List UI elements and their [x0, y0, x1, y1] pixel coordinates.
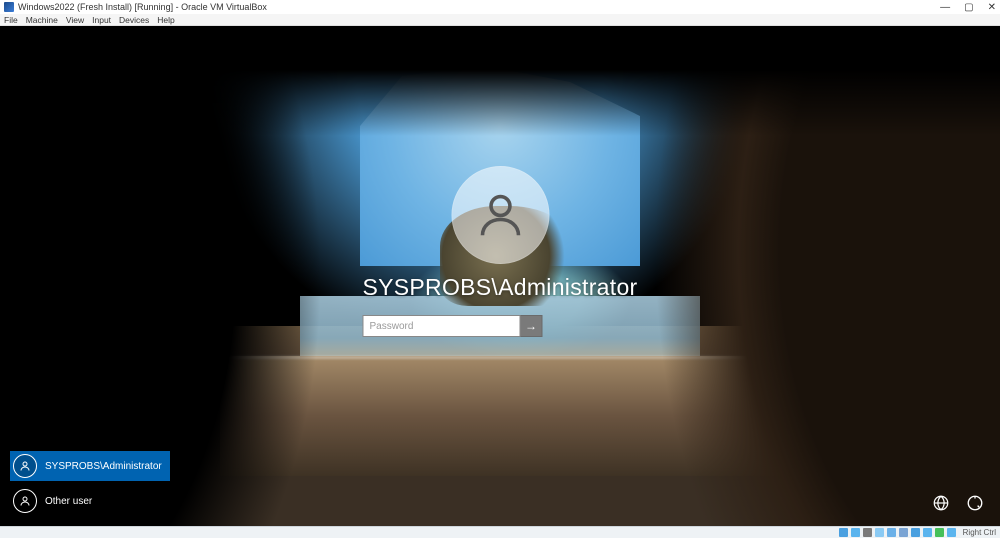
user-item-other[interactable]: Other user [10, 486, 170, 516]
menu-help[interactable]: Help [157, 15, 174, 25]
network-icon [932, 494, 950, 512]
status-icon[interactable] [851, 528, 860, 537]
status-icon[interactable] [899, 528, 908, 537]
person-icon [19, 460, 31, 472]
arrow-right-icon: → [525, 319, 537, 333]
person-icon [473, 188, 527, 242]
user-avatar-small [13, 454, 37, 478]
host-key-indicator: Right Ctrl [963, 528, 996, 537]
user-item-administrator[interactable]: SYSPROBS\Administrator [10, 451, 170, 481]
menu-file[interactable]: File [4, 15, 18, 25]
virtualbox-statusbar: Right Ctrl [0, 526, 1000, 538]
virtualbox-titlebar: Windows2022 (Fresh Install) [Running] - … [0, 0, 1000, 14]
menu-devices[interactable]: Devices [119, 15, 149, 25]
status-icon[interactable] [887, 528, 896, 537]
status-icon[interactable] [875, 528, 884, 537]
ease-of-access-icon [966, 494, 984, 512]
status-icon[interactable] [839, 528, 848, 537]
person-icon [19, 495, 31, 507]
network-button[interactable] [930, 492, 952, 514]
password-row: → [362, 315, 637, 337]
menu-machine[interactable]: Machine [26, 15, 58, 25]
login-username: SYSPROBS\Administrator [362, 274, 637, 301]
login-utility-buttons [930, 492, 986, 514]
menu-view[interactable]: View [66, 15, 84, 25]
status-icon[interactable] [911, 528, 920, 537]
ease-of-access-button[interactable] [964, 492, 986, 514]
status-icon[interactable] [935, 528, 944, 537]
status-icon[interactable] [947, 528, 956, 537]
password-input[interactable] [362, 315, 520, 337]
user-switcher-list: SYSPROBS\Administrator Other user [10, 451, 170, 516]
close-button[interactable]: ✕ [988, 2, 996, 13]
window-title: Windows2022 (Fresh Install) [Running] - … [18, 2, 267, 12]
maximize-button[interactable]: ▢ [964, 2, 973, 13]
user-item-label: SYSPROBS\Administrator [45, 461, 162, 472]
user-avatar-small [13, 489, 37, 513]
wallpaper-cave-top [0, 26, 1000, 136]
guest-display: SYSPROBS\Administrator → SYSPROBS\Admini… [0, 26, 1000, 526]
status-icon[interactable] [923, 528, 932, 537]
status-icon[interactable] [863, 528, 872, 537]
user-item-label: Other user [45, 496, 92, 507]
menu-input[interactable]: Input [92, 15, 111, 25]
virtualbox-menubar: File Machine View Input Devices Help [0, 14, 1000, 26]
minimize-button[interactable]: — [940, 2, 950, 13]
login-panel: SYSPROBS\Administrator → [362, 166, 637, 337]
submit-arrow-button[interactable]: → [520, 315, 542, 337]
virtualbox-app-icon [4, 2, 14, 12]
user-avatar-large [451, 166, 549, 264]
window-controls: — ▢ ✕ [940, 2, 996, 13]
